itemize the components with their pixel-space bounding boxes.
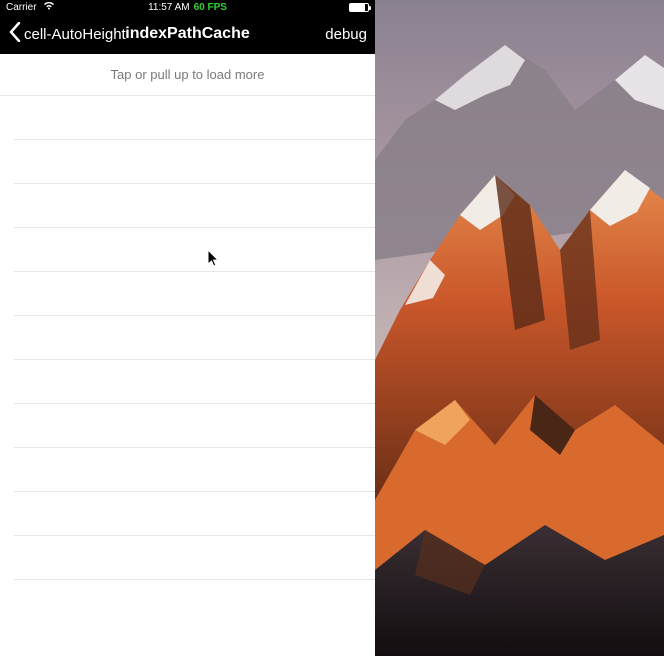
carrier-label: Carrier bbox=[6, 2, 37, 13]
chevron-left-icon bbox=[8, 22, 22, 46]
table-row[interactable] bbox=[14, 272, 375, 316]
wifi-icon bbox=[43, 1, 55, 13]
table-row[interactable] bbox=[14, 404, 375, 448]
ios-simulator-pane: Carrier 11:57 AM 60 FPS cell-AutoHeight bbox=[0, 0, 375, 656]
mountain-wallpaper-icon bbox=[375, 0, 664, 656]
navigation-bar: cell-AutoHeight indexPathCache debug bbox=[0, 14, 375, 54]
status-bar-center: 11:57 AM 60 FPS bbox=[148, 2, 227, 13]
back-label: cell-AutoHeight bbox=[24, 26, 126, 43]
debug-button[interactable]: debug bbox=[325, 26, 367, 43]
macos-desktop-wallpaper bbox=[375, 0, 664, 656]
fps-counter: 60 FPS bbox=[194, 2, 227, 13]
battery-icon bbox=[349, 3, 369, 12]
table-row[interactable] bbox=[14, 96, 375, 140]
table-row[interactable] bbox=[14, 360, 375, 404]
status-bar-left: Carrier bbox=[6, 1, 55, 13]
load-more-label: Tap or pull up to load more bbox=[111, 67, 265, 82]
status-bar: Carrier 11:57 AM 60 FPS bbox=[0, 0, 375, 14]
table-view[interactable]: Tap or pull up to load more bbox=[0, 54, 375, 656]
status-bar-right bbox=[349, 3, 369, 12]
table-row[interactable] bbox=[14, 316, 375, 360]
nav-title: indexPathCache bbox=[125, 25, 249, 43]
table-row[interactable] bbox=[14, 140, 375, 184]
table-row[interactable] bbox=[14, 536, 375, 580]
table-row[interactable] bbox=[14, 448, 375, 492]
back-button[interactable]: cell-AutoHeight bbox=[8, 22, 126, 46]
load-more-row[interactable]: Tap or pull up to load more bbox=[0, 54, 375, 96]
status-time: 11:57 AM bbox=[148, 2, 190, 13]
root: Carrier 11:57 AM 60 FPS cell-AutoHeight bbox=[0, 0, 664, 656]
table-row[interactable] bbox=[14, 228, 375, 272]
table-row[interactable] bbox=[14, 184, 375, 228]
table-row[interactable] bbox=[14, 492, 375, 536]
